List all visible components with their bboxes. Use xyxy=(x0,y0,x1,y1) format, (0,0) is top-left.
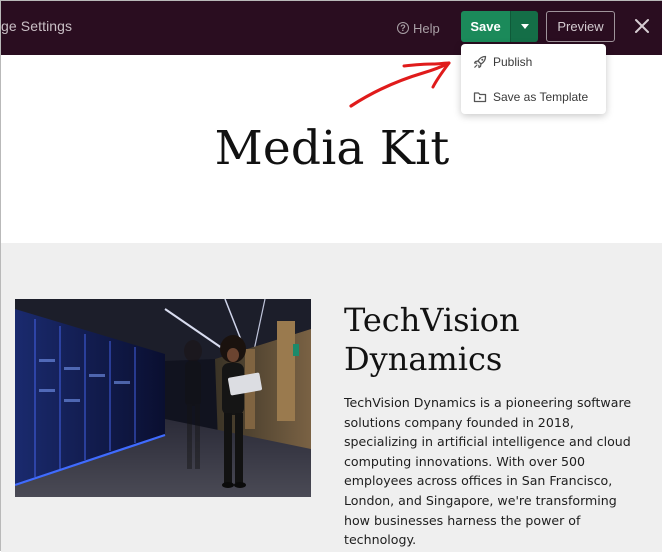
company-name: TechVision Dynamics xyxy=(344,301,644,379)
save-button-group: Save xyxy=(461,11,538,42)
company-name-line-2: Dynamics xyxy=(344,340,503,378)
publish-label: Publish xyxy=(493,55,533,69)
close-icon[interactable] xyxy=(633,17,651,35)
page-title: Media Kit xyxy=(214,121,450,176)
company-section: TechVision Dynamics TechVision Dynamics … xyxy=(1,243,662,552)
annotation-arrow-icon xyxy=(349,61,451,108)
help-label: Help xyxy=(413,20,440,36)
page-settings-link[interactable]: ge Settings xyxy=(1,18,72,34)
folder-template-icon xyxy=(473,92,487,103)
datacenter-photo-image xyxy=(15,299,311,497)
company-description: TechVision Dynamics is a pioneering soft… xyxy=(344,395,632,548)
save-as-template-label: Save as Template xyxy=(493,90,589,104)
save-as-template-menu-item[interactable]: Save as Template xyxy=(461,84,606,110)
rocket-icon xyxy=(473,55,487,69)
preview-button[interactable]: Preview xyxy=(546,11,615,42)
company-name-line-1: TechVision xyxy=(344,301,520,339)
caret-down-icon xyxy=(520,24,529,29)
help-circle-icon: ? xyxy=(397,22,409,34)
save-dropdown-menu: Publish Save as Template xyxy=(461,44,606,114)
help-button[interactable]: ? Help xyxy=(397,18,440,38)
save-button[interactable]: Save xyxy=(461,11,510,42)
publish-menu-item[interactable]: Publish xyxy=(461,49,606,75)
save-dropdown-toggle[interactable] xyxy=(510,11,538,42)
